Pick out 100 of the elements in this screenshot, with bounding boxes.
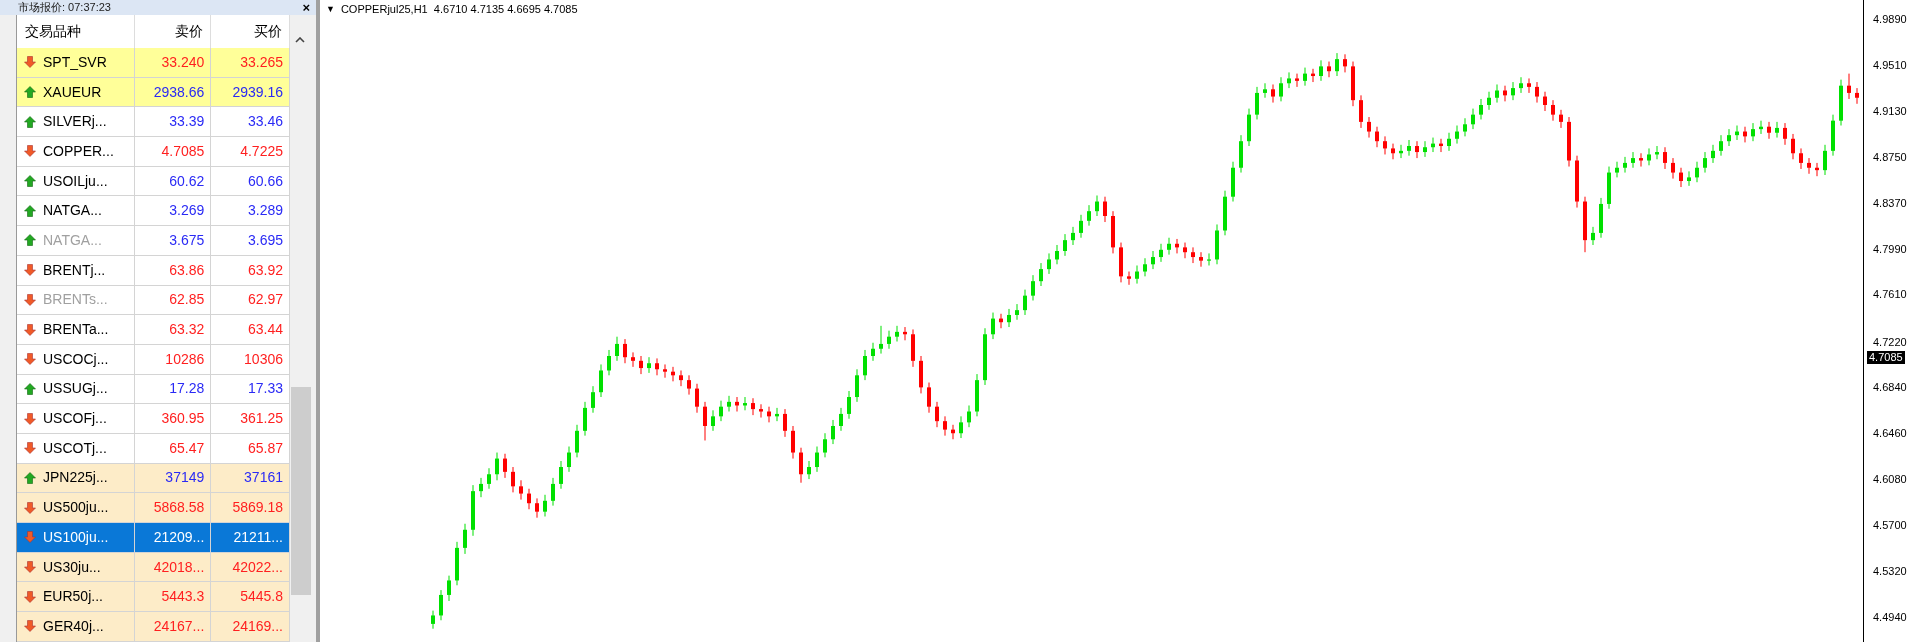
- candle: [1007, 308, 1011, 328]
- candle: [1599, 197, 1603, 239]
- quote-row[interactable]: BRENTa... 63.32 63.44: [17, 315, 290, 345]
- quote-row[interactable]: BRENTj... 63.86 63.92: [17, 255, 290, 286]
- quote-row[interactable]: US100ju... 21209... 21211...: [17, 523, 290, 553]
- candle: [431, 610, 435, 630]
- price-tick-label: 4.9130: [1873, 105, 1907, 117]
- candle: [799, 447, 803, 484]
- bid-price: 65.47: [134, 433, 212, 463]
- bid-price: 5443.3: [134, 582, 212, 612]
- candle: [911, 328, 915, 368]
- quote-row[interactable]: XAUEUR 2938.66 2939.16: [17, 77, 290, 108]
- collapse-glyph[interactable]: ▼: [326, 2, 335, 16]
- candle: [1815, 162, 1819, 177]
- candle: [1247, 108, 1251, 147]
- quote-row[interactable]: US30ju... 42018... 42022...: [17, 552, 290, 583]
- candle: [1159, 243, 1163, 263]
- bid-price: 33.39: [134, 107, 212, 137]
- candle: [1199, 251, 1203, 268]
- candle: [1431, 137, 1435, 153]
- candle: [591, 385, 595, 414]
- quote-row[interactable]: EUR50j... 5443.3 5445.8: [17, 582, 290, 613]
- candle: [1807, 157, 1811, 175]
- quote-row[interactable]: COPPER... 4.7085 4.7225: [17, 137, 290, 167]
- symbol-name: BRENTs...: [43, 290, 108, 310]
- candle: [1287, 71, 1291, 89]
- price-tick-label: 4.7220: [1873, 335, 1907, 348]
- candle: [1167, 237, 1171, 256]
- candle: [1703, 151, 1707, 174]
- candle: [983, 327, 987, 386]
- candle: [1367, 116, 1371, 139]
- candle: [1575, 155, 1579, 209]
- quote-row[interactable]: SILVERj... 33.39 33.46: [17, 107, 290, 138]
- quote-row[interactable]: USOILju... 60.62 60.66: [17, 166, 290, 197]
- symbol-name: NATGA...: [43, 230, 102, 250]
- candle: [663, 363, 667, 379]
- candle: [1375, 126, 1379, 148]
- candle: [1607, 166, 1611, 210]
- column-header[interactable]: 交易品种: [17, 15, 135, 48]
- symbol-name: SILVERj...: [43, 112, 107, 132]
- candle: [1695, 161, 1699, 183]
- candle: [703, 401, 707, 441]
- quote-row[interactable]: USSUGj... 17.28 17.33: [17, 374, 290, 405]
- candle: [1175, 238, 1179, 254]
- candle: [1055, 244, 1059, 265]
- candle: [471, 484, 475, 537]
- bid-price: 21209...: [134, 523, 212, 552]
- bid-price: 60.62: [134, 166, 212, 196]
- symbol-name: BRENTa...: [43, 320, 109, 340]
- quote-row[interactable]: US500ju... 5868.58 5869.18: [17, 493, 290, 523]
- quote-row[interactable]: SPT_SVR 33.240 33.265: [17, 48, 290, 78]
- quote-row[interactable]: NATGA... 3.269 3.289: [17, 196, 290, 227]
- bid-price: 63.86: [134, 255, 212, 285]
- candle: [1127, 271, 1131, 286]
- candle: [1759, 120, 1763, 135]
- candle: [791, 425, 795, 460]
- column-header[interactable]: 买价: [211, 15, 290, 48]
- price-tick-label: 4.4940: [1873, 610, 1907, 623]
- column-header[interactable]: 卖价: [134, 15, 212, 48]
- candle: [1351, 61, 1355, 107]
- candle: [991, 312, 995, 340]
- candle: [1039, 262, 1043, 287]
- candle: [535, 497, 539, 519]
- candle: [1751, 122, 1755, 142]
- quote-row[interactable]: JPN225j... 37149 37161: [17, 463, 290, 494]
- bid-price: 17.28: [134, 374, 212, 404]
- quote-row[interactable]: USCOTj... 65.47 65.87: [17, 433, 290, 464]
- candle: [487, 467, 491, 490]
- candle: [711, 409, 715, 432]
- candle: [1095, 195, 1099, 217]
- candle: [1223, 190, 1227, 236]
- close-icon[interactable]: ×: [302, 1, 310, 14]
- quote-row[interactable]: GER40j... 24167... 24169...: [17, 612, 290, 642]
- candle: [1263, 82, 1267, 99]
- candle: [1511, 81, 1515, 101]
- quote-row[interactable]: USCOFj... 360.95 361.25: [17, 404, 290, 434]
- candle: [1447, 132, 1451, 152]
- scroll-up-icon[interactable]: [295, 37, 305, 43]
- scroll-thumb[interactable]: [291, 387, 311, 595]
- symbol-name: USOILju...: [43, 171, 108, 191]
- symbol-name: USCOFj...: [43, 409, 107, 429]
- quote-row[interactable]: USCOCj... 10286 10306: [17, 344, 290, 375]
- candle: [751, 397, 755, 416]
- candle: [1071, 226, 1075, 246]
- candle: [1639, 152, 1643, 168]
- candle: [607, 349, 611, 376]
- candle: [1047, 252, 1051, 275]
- candle: [455, 541, 459, 586]
- candle: [1847, 73, 1851, 100]
- bid-price: 360.95: [134, 404, 212, 433]
- candle: [783, 408, 787, 438]
- candle: [1631, 151, 1635, 169]
- candle: [727, 395, 731, 412]
- candle: [647, 356, 651, 374]
- candle: [1151, 250, 1155, 270]
- candle: [1183, 242, 1187, 259]
- candle: [1551, 99, 1555, 122]
- candle: [1231, 161, 1235, 203]
- candle: [871, 342, 875, 362]
- bid-price: 5868.58: [134, 493, 212, 522]
